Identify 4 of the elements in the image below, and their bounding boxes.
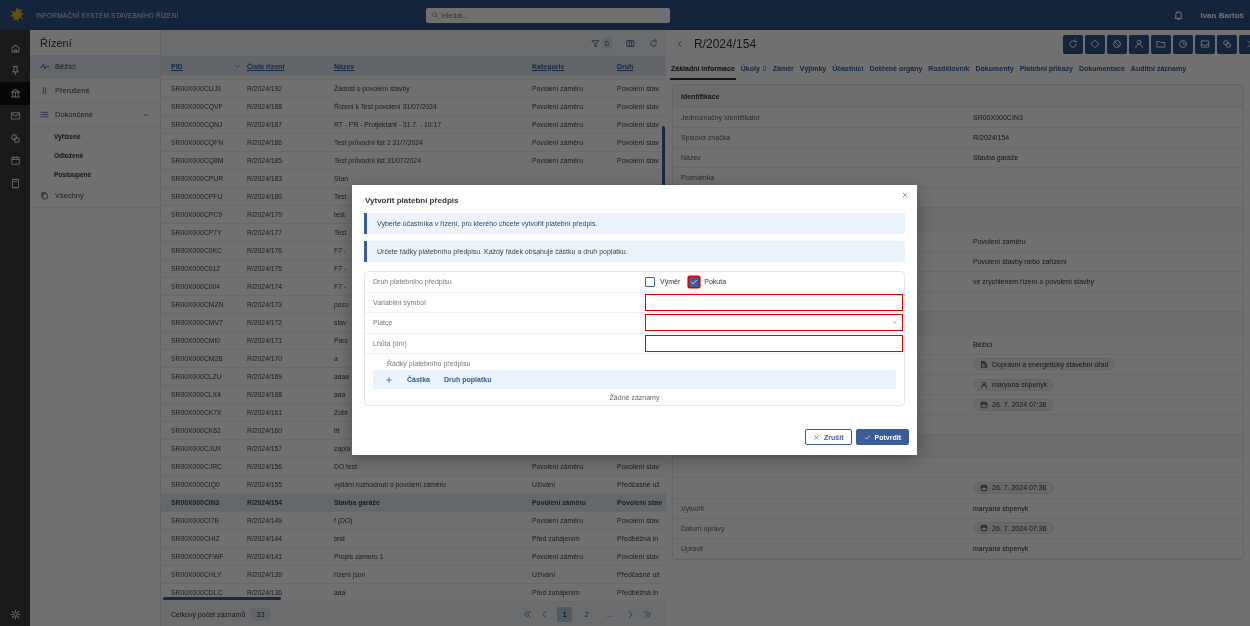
dialog-title: Vytvořit platební předpis [365,196,459,205]
detail-title: R/2024/154 [694,37,757,51]
user-name[interactable]: Ivan Bartoš [1200,10,1244,20]
sidebar-title: Řízení [39,35,73,51]
